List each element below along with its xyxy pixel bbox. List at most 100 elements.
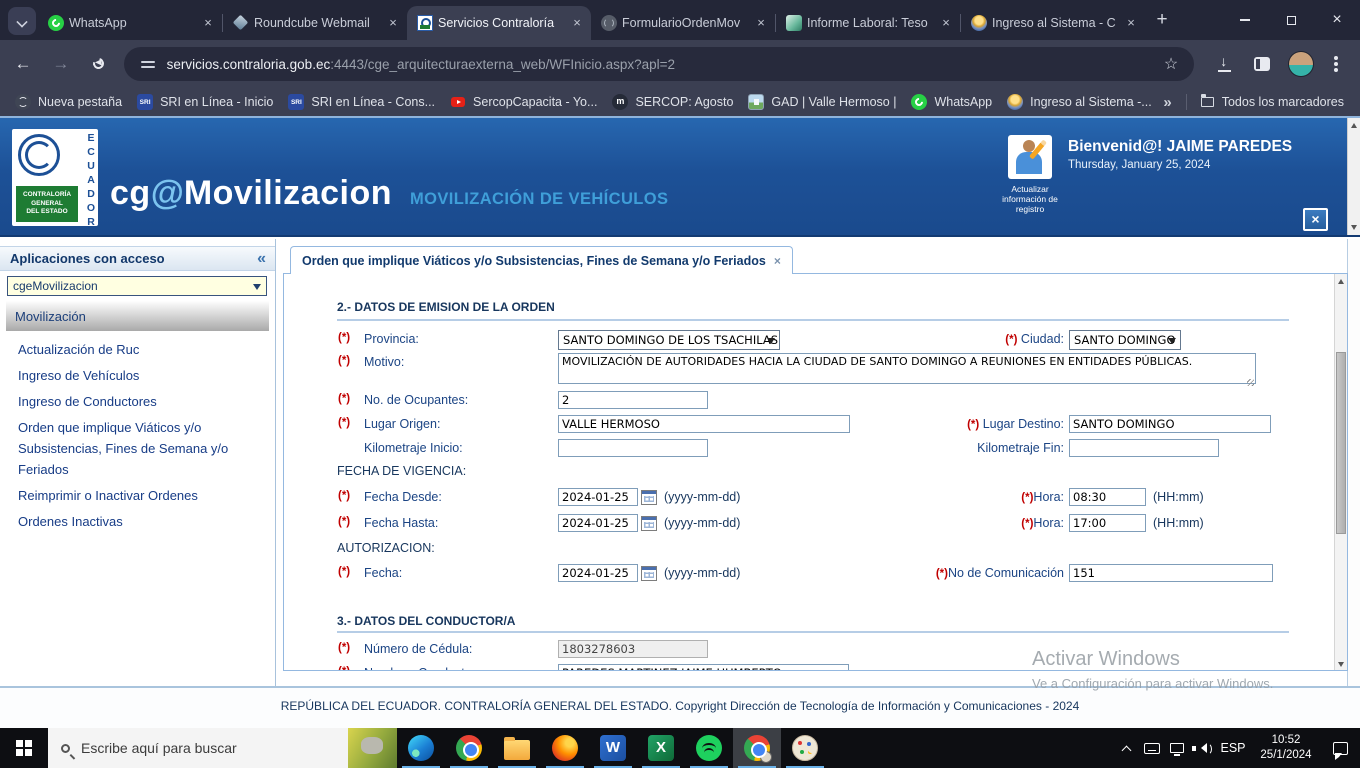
form-input[interactable] (1069, 415, 1271, 433)
browser-tab-6[interactable]: Ingreso al Sistema - C (961, 6, 1145, 40)
form-input[interactable] (1069, 564, 1273, 582)
calendar-icon[interactable] (641, 515, 657, 531)
start-button[interactable] (0, 728, 48, 768)
form-row-nombres: (*) Nombres Conductor: (284, 664, 1334, 670)
sidebar-group-movilizacion[interactable]: Movilización (6, 301, 269, 331)
form-input[interactable] (558, 439, 708, 457)
content-scrollbar[interactable] (1334, 274, 1347, 670)
form-input[interactable] (1069, 488, 1146, 506)
all-bookmarks-button[interactable]: Todos los marcadores (1200, 94, 1344, 109)
downloads-icon[interactable] (1216, 53, 1234, 73)
browser-tab-5[interactable]: Informe Laboral: Teso (776, 6, 960, 40)
taskbar-app-paint[interactable] (781, 728, 829, 768)
tab-close-icon[interactable] (753, 15, 769, 31)
bookmark-item[interactable]: SRI en Línea - Inicio (137, 94, 273, 110)
action-center-icon[interactable] (1320, 728, 1360, 768)
form-input[interactable] (558, 391, 708, 409)
taskbar-search[interactable]: Escribe aquí para buscar (48, 728, 348, 768)
scroll-down-icon[interactable] (1338, 662, 1344, 667)
form-input[interactable] (1069, 439, 1219, 457)
sidebar-item-1[interactable]: Actualización de Ruc (18, 339, 268, 360)
content-tab-close-icon[interactable] (774, 254, 781, 268)
bookmark-item[interactable]: Ingreso al Sistema -... (1007, 94, 1152, 110)
banner-close-button[interactable] (1303, 208, 1328, 231)
browser-tab-4[interactable]: FormularioOrdenMov (591, 6, 775, 40)
form-input[interactable] (558, 488, 638, 506)
reload-button[interactable] (84, 54, 114, 74)
tray-show-hidden-icon[interactable] (1114, 728, 1139, 768)
calendar-icon[interactable] (641, 489, 657, 505)
banner-scrollbar[interactable] (1347, 118, 1360, 235)
browser-tab-2[interactable]: Roundcube Webmail (223, 6, 407, 40)
scroll-up-icon[interactable] (1338, 279, 1344, 284)
sidebar-item-5[interactable]: Reimprimir o Inactivar Ordenes (18, 485, 268, 506)
content-tab-orden-viaticos[interactable]: Orden que implique Viáticos y/o Subsiste… (290, 246, 793, 274)
form-row-fecha-hasta: (*)Fecha Hasta:(yyyy-mm-dd)(*)Hora:(HH:m… (284, 514, 1334, 536)
form-select[interactable]: SANTO DOMINGO (1069, 330, 1181, 350)
scrollbar-thumb[interactable] (1336, 352, 1346, 534)
taskbar-app-excel[interactable] (637, 728, 685, 768)
tab-close-icon[interactable] (200, 15, 216, 31)
tab-search-button[interactable] (8, 7, 36, 35)
roundcube-icon (233, 15, 249, 31)
taskbar-app-chrome-profile[interactable] (733, 728, 781, 768)
form-textarea[interactable]: MOVILIZACIÓN DE AUTORIDADES HACIA LA CIU… (558, 353, 1256, 384)
window-maximize-button[interactable] (1268, 0, 1314, 40)
taskbar-clock[interactable]: 10:52 25/1/2024 (1252, 728, 1320, 768)
bookmark-item[interactable]: SERCOP: Agosto (612, 94, 733, 110)
tab-close-icon[interactable] (1123, 15, 1139, 31)
window-minimize-button[interactable] (1222, 0, 1268, 40)
taskbar-app-word[interactable] (589, 728, 637, 768)
form-input[interactable] (558, 514, 638, 532)
sidebar-item-6[interactable]: Ordenes Inactivas (18, 511, 268, 532)
bookmark-item[interactable]: SercopCapacita - Yo... (450, 94, 597, 110)
volume-icon[interactable] (1189, 728, 1214, 768)
site-info-icon[interactable] (140, 58, 155, 70)
sri-icon (137, 94, 154, 110)
form-input[interactable] (558, 564, 638, 582)
application-selector[interactable]: cgeMovilizacion (7, 276, 267, 296)
browser-menu-icon[interactable] (1334, 62, 1338, 66)
profile-avatar[interactable] (1288, 51, 1315, 77)
address-bar[interactable]: servicios.contraloria.gob.ec:4443/cge_ar… (123, 47, 1195, 81)
bookmark-item[interactable]: WhatsApp (911, 94, 992, 110)
bookmark-item[interactable]: Nueva pestaña (15, 94, 122, 110)
window-close-button[interactable] (1314, 0, 1360, 40)
taskbar-app-spotify[interactable] (685, 728, 733, 768)
sidebar-collapse-icon[interactable] (257, 250, 266, 268)
new-tab-button[interactable] (1149, 7, 1175, 33)
tab-close-icon[interactable] (385, 15, 401, 31)
clock-date: 25/1/2024 (1260, 749, 1312, 761)
taskbar-app-firefox[interactable] (541, 728, 589, 768)
tab-close-icon[interactable] (938, 15, 954, 31)
sidebar-item-4[interactable]: Orden que implique Viáticos y/o Subsiste… (18, 417, 268, 480)
bookmark-item[interactable]: GAD | Valle Hermoso | (748, 94, 896, 110)
bookmark-item[interactable]: SRI en Línea - Cons... (288, 94, 435, 110)
bookmarks-overflow-icon[interactable] (1163, 94, 1171, 111)
sidebar-header: Aplicaciones con acceso (0, 246, 275, 271)
forward-button[interactable]: → (46, 54, 76, 74)
window-controls (1222, 0, 1360, 40)
taskbar-app-explorer[interactable] (493, 728, 541, 768)
language-indicator[interactable]: ESP (1214, 728, 1252, 768)
browser-tab-1[interactable]: WhatsApp (38, 6, 222, 40)
browser-tab-3[interactable]: Servicios Contraloría (407, 6, 591, 40)
update-profile-icon[interactable] (1008, 135, 1052, 179)
calendar-icon[interactable] (641, 565, 657, 581)
network-icon[interactable] (1164, 728, 1189, 768)
taskbar-app-edge[interactable] (397, 728, 445, 768)
touch-keyboard-icon[interactable] (1139, 728, 1164, 768)
sidebar-item-2[interactable]: Ingreso de Vehículos (18, 365, 268, 386)
back-button[interactable]: ← (8, 54, 38, 74)
form-input[interactable] (558, 664, 849, 670)
tab-title: FormularioOrdenMov (622, 16, 741, 30)
tab-close-icon[interactable] (569, 15, 585, 31)
update-profile-caption[interactable]: Actualizar información de registro (995, 184, 1065, 214)
bookmark-star-icon[interactable] (1164, 54, 1178, 74)
form-input[interactable] (1069, 514, 1146, 532)
taskbar-app-chrome[interactable] (445, 728, 493, 768)
sidebar-item-3[interactable]: Ingreso de Conductores (18, 391, 268, 412)
form-row-provincia: (*) Provincia: SANTO DOMINGO DE LOS TSACHI… (284, 330, 1334, 352)
news-widget-image[interactable] (348, 728, 397, 768)
side-panel-icon[interactable] (1254, 57, 1271, 71)
